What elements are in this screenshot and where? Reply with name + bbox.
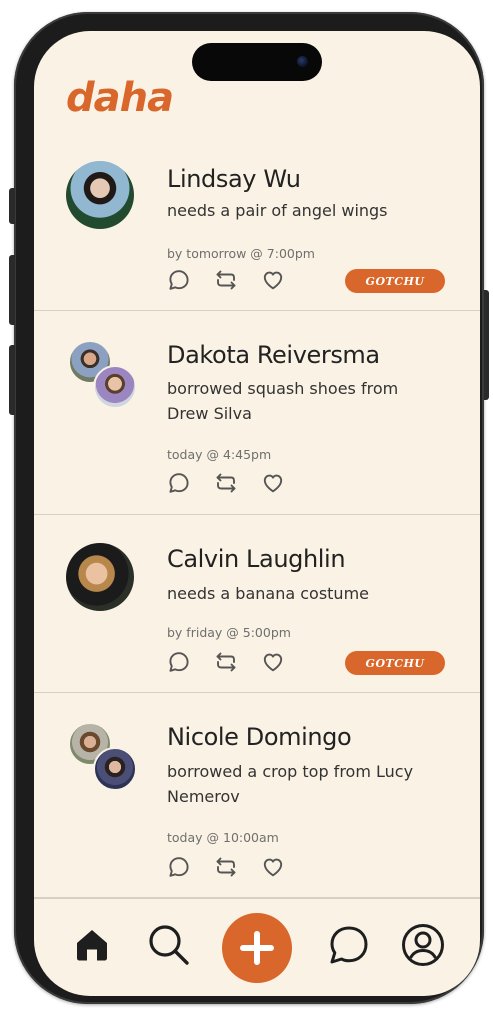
repost-icon[interactable] (214, 855, 238, 879)
post-text: needs a banana costume (167, 584, 369, 603)
bottom-tab-bar (34, 897, 480, 996)
plus-icon (240, 931, 274, 965)
feed-post: Nicole Domingo borrowed a crop top from … (34, 693, 480, 899)
tab-home[interactable] (67, 920, 117, 970)
profile-icon (402, 924, 444, 966)
post-actions (167, 855, 285, 879)
home-icon (77, 930, 107, 961)
avatar[interactable] (66, 161, 134, 229)
comment-icon[interactable] (167, 650, 191, 674)
feed-post: Dakota Reiversma borrowed squash shoes f… (34, 311, 480, 515)
create-post-button[interactable] (222, 913, 292, 983)
repost-icon[interactable] (214, 268, 238, 292)
post-time: today @ 4:45pm (167, 447, 272, 462)
post-actions (167, 268, 285, 292)
post-time: by friday @ 5:00pm (167, 625, 291, 640)
app-logo[interactable]: daha (66, 75, 174, 121)
camera-icon (297, 56, 308, 67)
app-screen: daha Lindsay Wu needs a pair of angel wi… (34, 31, 480, 996)
heart-icon[interactable] (261, 855, 285, 879)
dynamic-island (192, 43, 322, 81)
repost-icon[interactable] (214, 650, 238, 674)
mute-switch (9, 188, 15, 224)
post-time: today @ 10:00am (167, 830, 279, 845)
gotchu-button[interactable]: GOTCHU (345, 651, 445, 675)
post-author-name[interactable]: Calvin Laughlin (167, 545, 346, 573)
avatar[interactable] (93, 747, 137, 791)
post-text: borrowed squash shoes from Drew Silva (167, 379, 399, 423)
chat-icon (330, 926, 368, 964)
post-author-name[interactable]: Dakota Reiversma (167, 341, 380, 369)
avatar[interactable] (66, 543, 134, 611)
heart-icon[interactable] (261, 268, 285, 292)
tab-messages[interactable] (324, 920, 374, 970)
comment-icon[interactable] (167, 471, 191, 495)
post-actions (167, 471, 285, 495)
post-author-name[interactable]: Nicole Domingo (167, 723, 352, 751)
comment-icon[interactable] (167, 855, 191, 879)
post-time: by tomorrow @ 7:00pm (167, 246, 315, 261)
feed-post: Calvin Laughlin needs a banana costume b… (34, 515, 480, 693)
feed: Lindsay Wu needs a pair of angel wings b… (34, 151, 480, 899)
post-actions (167, 650, 285, 674)
post-text: needs a pair of angel wings (167, 201, 388, 220)
avatar[interactable] (93, 365, 137, 409)
power-button (484, 290, 489, 400)
repost-icon[interactable] (214, 471, 238, 495)
heart-icon[interactable] (261, 471, 285, 495)
gotchu-button[interactable]: GOTCHU (345, 269, 445, 293)
feed-post: Lindsay Wu needs a pair of angel wings b… (34, 151, 480, 311)
tab-search[interactable] (144, 920, 194, 970)
tab-profile[interactable] (398, 920, 448, 970)
post-text: borrowed a crop top from Lucy Nemerov (167, 762, 414, 806)
post-author-name[interactable]: Lindsay Wu (167, 165, 301, 193)
comment-icon[interactable] (167, 268, 191, 292)
search-icon (149, 925, 189, 965)
volume-up-button (9, 255, 15, 325)
volume-down-button (9, 345, 15, 415)
heart-icon[interactable] (261, 650, 285, 674)
